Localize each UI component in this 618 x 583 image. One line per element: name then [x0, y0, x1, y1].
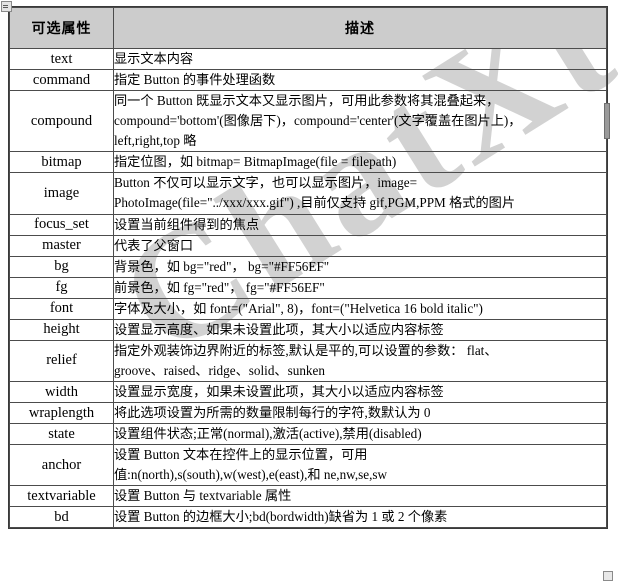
- cell-attribute: focus_set: [9, 213, 114, 236]
- description-line: 前景色，如 fg="red"， fg="#FF56EF": [114, 279, 325, 295]
- cell-description: 设置 Button 文本在控件上的显示位置，可用值:n(north),s(sou…: [113, 444, 607, 487]
- attribute-table: 可选属性 描述 text 显示文本内容 command 指定 Button 的事件处理…: [8, 5, 608, 530]
- cell-description: 代表了父窗口: [113, 234, 607, 257]
- description-line: 指定 Button 的事件处理函数: [114, 72, 276, 88]
- cell-description: 设置当前组件得到的焦点: [113, 213, 607, 236]
- table-row: anchor 设置 Button 文本在控件上的显示位置，可用值:n(north)…: [9, 444, 607, 487]
- description-line: PhotoImage(file="../xxx/xxx.gif") ,目前仅支持…: [114, 195, 516, 211]
- cell-attribute: compound: [9, 90, 114, 153]
- description-line: 值:n(north),s(south),w(west),e(east),和 ne…: [114, 467, 388, 483]
- table-row: master 代表了父窗口: [9, 234, 607, 257]
- cell-description: 设置 Button 与 textvariable 属性: [113, 485, 607, 508]
- description-line: 设置 Button 文本在控件上的显示位置，可用: [114, 447, 368, 463]
- description-line: compound='bottom'(图像居下)，compound='center…: [114, 113, 522, 129]
- cell-description: 设置 Button 的边框大小;bd(bordwidth)缺省为 1 或 2 个…: [113, 506, 607, 529]
- description-line: 设置 Button 与 textvariable 属性: [114, 488, 292, 504]
- description-line: 设置显示宽度，如果未设置此项，其大小以适应内容标签: [114, 384, 444, 399]
- cell-description: 字体及大小，如 font=("Arial", 8)，font=("Helveti…: [113, 297, 607, 320]
- cell-attribute: bg: [9, 255, 114, 278]
- description-line: left,right,top 略: [114, 133, 197, 149]
- cell-description: Button 不仅可以显示文字，也可以显示图片，image= PhotoImage…: [113, 172, 607, 215]
- row-resize-marker[interactable]: [604, 103, 610, 139]
- table-row: height 设置显示高度、如果未设置此项，其大小以适应内容标签: [9, 318, 607, 341]
- table-row: focus_set 设置当前组件得到的焦点: [9, 213, 607, 236]
- description-line: 代表了父窗口: [114, 237, 194, 253]
- description-line: 设置 Button 的边框大小;bd(bordwidth)缺省为 1 或 2 个…: [114, 509, 448, 525]
- description-line: 背景色，如 bg="red"， bg="#FF56EF": [114, 258, 330, 274]
- cell-attribute: command: [9, 69, 114, 92]
- description-line: 指定外观装饰边界附近的标签,默认是平的,可以设置的参数： flat、: [114, 342, 498, 358]
- cell-attribute: state: [9, 423, 114, 446]
- cell-attribute: wraplength: [9, 402, 114, 425]
- cell-attribute: textvariable: [9, 485, 114, 508]
- table-row: font 字体及大小，如 font=("Arial", 8)，font=("Hel…: [9, 297, 607, 320]
- cell-attribute: image: [9, 172, 114, 215]
- description-line: Button 不仅可以显示文字，也可以显示图片，image=: [114, 175, 418, 191]
- table-row: image Button 不仅可以显示文字，也可以显示图片，image= Photo…: [9, 172, 607, 215]
- table-row: bg 背景色，如 bg="red"， bg="#FF56EF": [9, 255, 607, 278]
- table-row: relief 指定外观装饰边界附近的标签,默认是平的,可以设置的参数： flat、…: [9, 339, 607, 383]
- table-row: text 显示文本内容: [9, 47, 607, 71]
- table-row: bitmap 指定位图，如 bitmap= BitmapImage(file = …: [9, 151, 607, 174]
- description-line: 将此选项设置为所需的数量限制每行的字符,数默认为 0: [114, 405, 431, 421]
- cell-description: 设置显示高度、如果未设置此项，其大小以适应内容标签: [113, 318, 607, 341]
- cell-description: 指定 Button 的事件处理函数: [113, 69, 607, 92]
- cell-attribute: relief: [9, 339, 114, 383]
- cell-description: 显示文本内容: [113, 47, 607, 71]
- description-line: 字体及大小，如 font=("Arial", 8)，font=("Helveti…: [114, 300, 483, 316]
- cell-description: 将此选项设置为所需的数量限制每行的字符,数默认为 0: [113, 402, 607, 425]
- cell-attribute: bitmap: [9, 151, 114, 174]
- cell-description: 指定位图，如 bitmap= BitmapImage(file = filepa…: [113, 151, 607, 174]
- cell-attribute: height: [9, 318, 114, 341]
- description-line: groove、raised、ridge、solid、sunken: [114, 362, 325, 378]
- table-move-handle-icon[interactable]: [1, 1, 12, 12]
- cell-description: 背景色，如 bg="red"， bg="#FF56EF": [113, 255, 607, 278]
- table-row: width 设置显示宽度，如果未设置此项，其大小以适应内容标签: [9, 380, 607, 404]
- description-line: 指定位图，如 bitmap= BitmapImage(file = filepa…: [114, 154, 397, 170]
- cell-description: 同一个 Button 既显示文本又显示图片，可用此参数将其混叠起来， compou…: [113, 90, 607, 153]
- table-row: wraplength 将此选项设置为所需的数量限制每行的字符,数默认为 0: [9, 402, 607, 425]
- table-row: fg 前景色，如 fg="red"， fg="#FF56EF": [9, 276, 607, 299]
- table-row: textvariable 设置 Button 与 textvariable 属性: [9, 485, 607, 508]
- cell-description: 设置组件状态;正常(normal),激活(active),禁用(disabled…: [113, 423, 607, 446]
- cell-attribute: font: [9, 297, 114, 320]
- attribute-table-container: 可选属性 描述 text 显示文本内容 command 指定 Button 的事件处理…: [8, 5, 608, 530]
- table-row: compound 同一个 Button 既显示文本又显示图片，可用此参数将其混叠起…: [9, 90, 607, 153]
- table-row: state 设置组件状态;正常(normal),激活(active),禁用(dis…: [9, 423, 607, 446]
- table-resize-handle-icon[interactable]: [603, 571, 613, 581]
- description-line: 设置当前组件得到的焦点: [114, 216, 260, 232]
- cell-description: 设置显示宽度，如果未设置此项，其大小以适应内容标签: [113, 380, 607, 404]
- table-header-row: 可选属性 描述: [9, 7, 607, 49]
- column-header-attribute: 可选属性: [9, 7, 114, 49]
- description-line: 设置组件状态;正常(normal),激活(active),禁用(disabled…: [114, 426, 422, 442]
- table-body: text 显示文本内容 command 指定 Button 的事件处理函数 compou…: [9, 47, 607, 529]
- description-line: 设置显示高度、如果未设置此项，其大小以适应内容标签: [114, 321, 444, 337]
- cell-description: 前景色，如 fg="red"， fg="#FF56EF": [113, 276, 607, 299]
- cell-description: 指定外观装饰边界附近的标签,默认是平的,可以设置的参数： flat、 groove…: [113, 339, 607, 383]
- cell-attribute: master: [9, 234, 114, 257]
- description-line: 同一个 Button 既显示文本又显示图片，可用此参数将其混叠起来，: [114, 93, 500, 109]
- cell-attribute: width: [9, 380, 114, 404]
- table-row: command 指定 Button 的事件处理函数: [9, 69, 607, 92]
- cell-attribute: text: [9, 47, 114, 71]
- cell-attribute: fg: [9, 276, 114, 299]
- column-header-description: 描述: [113, 7, 607, 49]
- cell-attribute: anchor: [9, 444, 114, 487]
- cell-attribute: bd: [9, 506, 114, 529]
- table-row: bd 设置 Button 的边框大小;bd(bordwidth)缺省为 1 或 2…: [9, 506, 607, 529]
- description-line: 显示文本内容: [114, 51, 194, 66]
